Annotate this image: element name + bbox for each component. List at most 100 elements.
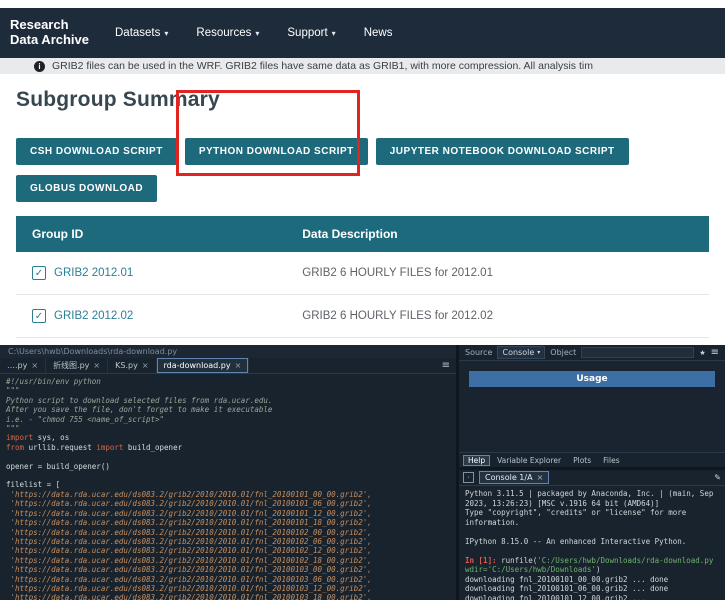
group-id-link[interactable]: GRIB2 2012.02 — [54, 310, 133, 322]
editor-tab-rda-download-py[interactable]: rda-download.py × — [157, 358, 250, 373]
console-output[interactable]: Python 3.11.5 | packaged by Anaconda, In… — [459, 486, 725, 600]
notice-bar: i GRIB2 files can be used in the WRF. GR… — [0, 58, 725, 74]
pane-options-icon[interactable]: ≡ — [711, 347, 719, 358]
pane-tab-files[interactable]: Files — [598, 455, 624, 466]
code-line: 'https://data.rda.ucar.edu/ds083.2/grib2… — [6, 509, 456, 518]
nav-item-label: News — [364, 27, 393, 39]
console-line: wdir='C:/Users/hwb/Downloads') — [465, 565, 719, 575]
console-line: IPython 8.15.0 -- An enhanced Interactiv… — [465, 537, 719, 547]
pin-icon[interactable]: ★ — [699, 349, 705, 357]
code-line: opener = build_opener() — [6, 462, 456, 471]
python-download-script-button[interactable]: PYTHON DOWNLOAD SCRIPT — [185, 138, 368, 165]
source-select[interactable]: Console ▾ — [497, 346, 545, 359]
text-segment: i.e. - "chmod 755 <name_of_script>" — [6, 415, 164, 424]
text-segment: 2023, 13:26:23) [MSC v.1916 64 bit (AMD6… — [465, 499, 659, 508]
table-header-row: Group ID Data Description — [16, 216, 709, 252]
console-line: downloading fnl_20100101_12_00.grib2 ... — [465, 594, 719, 600]
row-checkbox[interactable]: ✓ — [32, 266, 46, 280]
close-icon[interactable]: × — [537, 473, 544, 482]
code-line — [6, 452, 456, 461]
console-line — [465, 546, 719, 556]
group-id-link[interactable]: GRIB2 2012.01 — [54, 267, 133, 279]
code-line: 'https://data.rda.ucar.edu/ds083.2/grib2… — [6, 499, 456, 508]
text-segment: 'https://data.rda.ucar.edu/ds083.2/grib2… — [6, 499, 372, 508]
code-line: 'https://data.rda.ucar.edu/ds083.2/grib2… — [6, 518, 456, 527]
editor-tab-ks-py[interactable]: KS.py× — [108, 358, 156, 373]
pane-tab-help[interactable]: Help — [463, 455, 490, 466]
editor-file-path: C:\Users\hwb\Downloads\rda-download.py — [0, 345, 456, 358]
page-title: Subgroup Summary — [16, 88, 709, 112]
site-logo[interactable]: Research Data Archive — [10, 18, 89, 48]
main-nav: Datasets ▾ Resources▾ Support ▾ News — [115, 27, 392, 39]
nav-item-resources[interactable]: Resources▾ — [196, 27, 259, 39]
nav-item-news[interactable]: News — [364, 27, 393, 39]
text-segment: opener = build_opener() — [6, 462, 110, 471]
table-row: ✓GRIB2 2012.02GRIB2 6 HOURLY FILES for 2… — [16, 295, 709, 338]
code-line: i.e. - "chmod 755 <name_of_script>" — [6, 415, 456, 424]
code-line: 'https://data.rda.ucar.edu/ds083.2/grib2… — [6, 537, 456, 546]
text-segment: Type "copyright", "credits" or "license"… — [465, 508, 686, 517]
nav-item-label: Resources — [196, 27, 251, 39]
editor-tab-py[interactable]: 折线图.py× — [46, 358, 108, 373]
group-id-cell-content: ✓ GRIB2 2012.01 — [32, 266, 270, 280]
code-line: 'https://data.rda.ucar.edu/ds083.2/grib2… — [6, 546, 456, 555]
editor-tab-label: rda-download.py — [164, 361, 231, 370]
nav-item-datasets[interactable]: Datasets ▾ — [115, 27, 168, 39]
text-segment: downloading fnl_20100101_06_00.grib2 ...… — [465, 584, 668, 593]
text-segment: Python 3.11.5 | packaged by Anaconda, In… — [465, 489, 713, 498]
close-icon[interactable]: × — [31, 361, 38, 370]
table-row: ✓GRIB2 2012.01GRIB2 6 HOURLY FILES for 2… — [16, 252, 709, 295]
text-segment: downloading fnl_20100101_00_00.grib2 ...… — [465, 575, 668, 584]
nav-item-label: Support — [287, 27, 327, 39]
code-line: 'https://data.rda.ucar.edu/ds083.2/grib2… — [6, 556, 456, 565]
code-line: 'https://data.rda.ucar.edu/ds083.2/grib2… — [6, 584, 456, 593]
console-line: In [1]: runfile('C:/Users/hwb/Downloads/… — [465, 556, 719, 566]
chevron-down-icon: ▾ — [537, 349, 540, 356]
jupyter-notebook-download-script-button[interactable]: JUPYTER NOTEBOOK DOWNLOAD SCRIPT — [376, 138, 629, 165]
text-segment: 'https://data.rda.ucar.edu/ds083.2/grib2… — [6, 537, 372, 546]
code-line: 'https://data.rda.ucar.edu/ds083.2/grib2… — [6, 490, 456, 499]
close-icon[interactable]: × — [235, 361, 242, 370]
chevron-down-icon: ▾ — [164, 29, 168, 38]
code-line: filelist = [ — [6, 480, 456, 489]
editor-menu-icon[interactable]: ≡ — [436, 358, 456, 373]
globus-download-button[interactable]: GLOBUS DOWNLOAD — [16, 175, 157, 202]
usage-banner: Usage — [469, 371, 715, 387]
group-id-cell: ✓ GRIB2 2012.02 — [16, 295, 286, 338]
code-line: 'https://data.rda.ucar.edu/ds083.2/grib2… — [6, 593, 456, 600]
editor-tabbar: ≡ ….py×折线图.py×KS.py× rda-download.py × — [0, 358, 456, 374]
nav-item-support[interactable]: Support ▾ — [287, 27, 335, 39]
editor-tab-py[interactable]: ….py× — [0, 358, 46, 373]
object-input[interactable] — [581, 347, 694, 358]
text-segment: downloading fnl_20100101_12_00.grib2 ... — [465, 594, 646, 600]
csh-download-script-button[interactable]: CSH DOWNLOAD SCRIPT — [16, 138, 177, 165]
edit-icon[interactable]: ✎ — [714, 473, 721, 482]
pane-bottom-tabs: HelpVariable ExplorerPlotsFiles — [459, 452, 725, 467]
pane-tab-variable-explorer[interactable]: Variable Explorer — [492, 455, 566, 466]
subgroup-table-head: Group ID Data Description — [16, 216, 709, 252]
code-line: Python script to download selected files… — [6, 396, 456, 405]
code-line: 'https://data.rda.ucar.edu/ds083.2/grib2… — [6, 528, 456, 537]
text-segment: IPython 8.15.0 -- An enhanced Interactiv… — [465, 537, 686, 546]
pane-tab-plots[interactable]: Plots — [568, 455, 596, 466]
close-icon[interactable]: × — [142, 361, 149, 370]
text-segment: build_opener — [123, 443, 182, 452]
text-segment: urllib.request — [24, 443, 96, 452]
console-tab[interactable]: Console 1/A × — [479, 471, 549, 484]
object-label: Object — [550, 348, 576, 357]
editor-pane: C:\Users\hwb\Downloads\rda-download.py ≡… — [0, 345, 459, 600]
text-segment: filelist = [ — [6, 480, 60, 489]
code-line: from urllib.request import build_opener — [6, 443, 456, 452]
console-line: 2023, 13:26:23) [MSC v.1916 64 bit (AMD6… — [465, 499, 719, 509]
text-segment: #!/usr/bin/env python — [6, 377, 101, 386]
text-segment: 'https://data.rda.ucar.edu/ds083.2/grib2… — [6, 575, 372, 584]
site-header: Research Data Archive Datasets ▾ Resources… — [0, 8, 725, 58]
console-line — [465, 527, 719, 537]
chevron-down-icon: ▾ — [332, 29, 336, 38]
editor-code[interactable]: #!/usr/bin/env python"""Python script to… — [0, 374, 456, 600]
nav-item-label: Datasets — [115, 27, 160, 39]
close-icon[interactable]: × — [93, 361, 100, 370]
row-checkbox[interactable]: ✓ — [32, 309, 46, 323]
logo-line-1: Research — [10, 18, 89, 33]
text-segment: 'https://data.rda.ucar.edu/ds083.2/grib2… — [6, 528, 372, 537]
